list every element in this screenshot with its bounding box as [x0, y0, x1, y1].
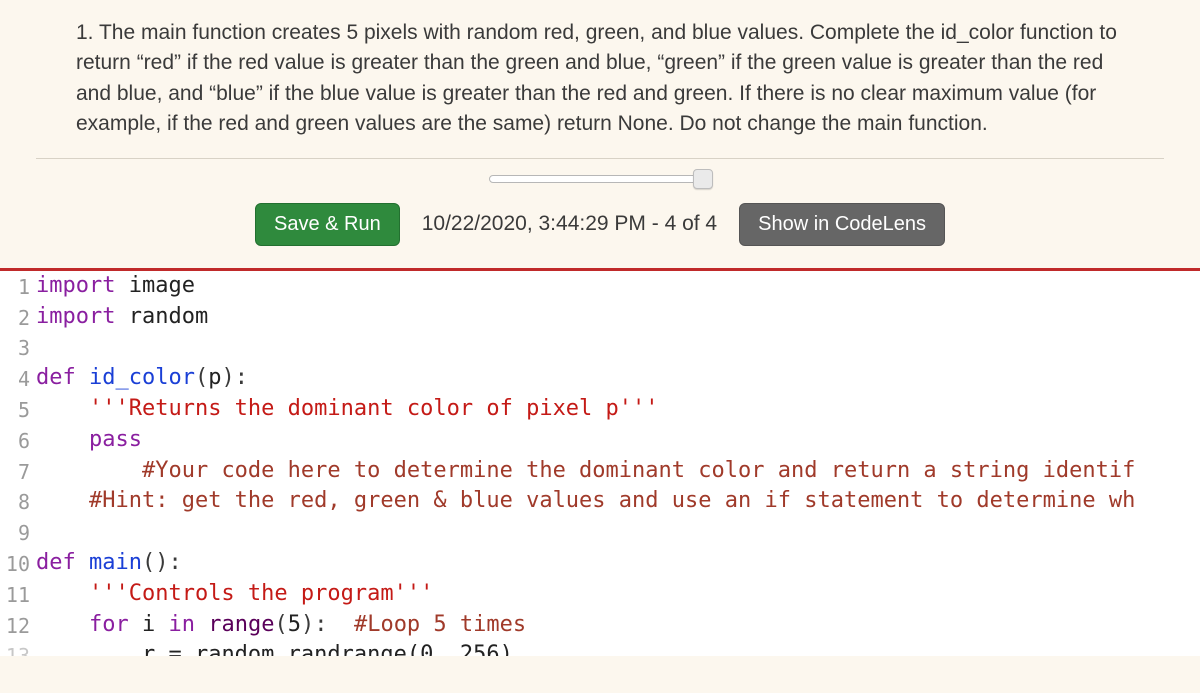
line-number: 2	[0, 302, 36, 333]
code-content[interactable]: for i in range(5): #Loop 5 times	[36, 610, 1200, 641]
code-content[interactable]: #Your code here to determine the dominan…	[36, 456, 1200, 487]
slider-track	[489, 175, 711, 183]
line-number: 6	[0, 425, 36, 456]
code-line[interactable]: 11 '''Controls the program'''	[0, 579, 1200, 610]
code-content[interactable]: import random	[36, 302, 1200, 333]
code-line[interactable]: 3	[0, 332, 1200, 363]
line-number: 3	[0, 332, 36, 363]
code-line[interactable]: 1import image	[0, 271, 1200, 302]
line-number: 12	[0, 610, 36, 641]
code-content[interactable]: def id_color(p):	[36, 363, 1200, 394]
code-line[interactable]: 5 '''Returns the dominant color of pixel…	[0, 394, 1200, 425]
code-content[interactable]	[36, 332, 1200, 363]
line-number: 11	[0, 579, 36, 610]
code-editor[interactable]: 1import image2import random3 4def id_col…	[0, 268, 1200, 657]
code-line[interactable]: 7 #Your code here to determine the domin…	[0, 456, 1200, 487]
code-content[interactable]	[36, 517, 1200, 548]
show-codelens-button[interactable]: Show in CodeLens	[739, 203, 945, 246]
code-line[interactable]: 8 #Hint: get the red, green & blue value…	[0, 486, 1200, 517]
code-content: r = random.randrange(0, 256)	[36, 640, 1200, 656]
controls-bar: Save & Run 10/22/2020, 3:44:29 PM - 4 of…	[36, 159, 1164, 268]
code-line-partial: 13 r = random.randrange(0, 256)	[0, 640, 1200, 656]
line-number: 13	[0, 640, 36, 656]
code-line[interactable]: 12 for i in range(5): #Loop 5 times	[0, 610, 1200, 641]
code-content[interactable]: '''Controls the program'''	[36, 579, 1200, 610]
line-number: 8	[0, 486, 36, 517]
run-timestamp: 10/22/2020, 3:44:29 PM - 4 of 4	[422, 209, 717, 239]
code-content[interactable]: #Hint: get the red, green & blue values …	[36, 486, 1200, 517]
line-number: 5	[0, 394, 36, 425]
code-line[interactable]: 2import random	[0, 302, 1200, 333]
line-number: 9	[0, 517, 36, 548]
code-line[interactable]: 10def main():	[0, 548, 1200, 579]
question-body: The main function creates 5 pixels with …	[76, 21, 1117, 135]
code-line[interactable]: 9	[0, 517, 1200, 548]
line-number: 1	[0, 271, 36, 302]
line-number: 4	[0, 363, 36, 394]
code-content[interactable]: import image	[36, 271, 1200, 302]
code-line[interactable]: 6 pass	[0, 425, 1200, 456]
code-content[interactable]: '''Returns the dominant color of pixel p…	[36, 394, 1200, 425]
line-number: 7	[0, 456, 36, 487]
slider-thumb[interactable]	[693, 169, 713, 189]
history-slider[interactable]	[489, 169, 711, 189]
code-line[interactable]: 4def id_color(p):	[0, 363, 1200, 394]
question-number: 1.	[76, 21, 94, 44]
line-number: 10	[0, 548, 36, 579]
question-text: 1. The main function creates 5 pixels wi…	[36, 18, 1164, 159]
save-run-button[interactable]: Save & Run	[255, 203, 400, 246]
code-content[interactable]: def main():	[36, 548, 1200, 579]
code-content[interactable]: pass	[36, 425, 1200, 456]
